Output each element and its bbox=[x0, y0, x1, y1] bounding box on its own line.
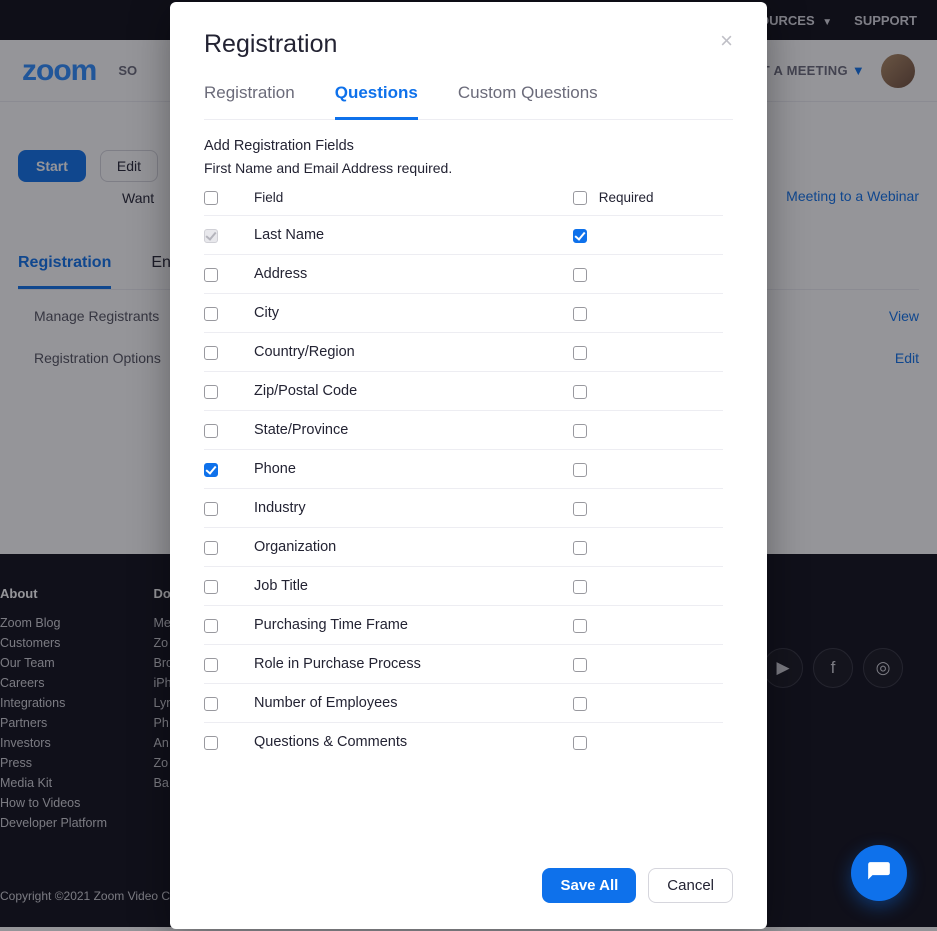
field-required-checkbox[interactable] bbox=[573, 424, 587, 438]
field-required-checkbox[interactable] bbox=[573, 658, 587, 672]
table-row: Zip/Postal Code bbox=[204, 372, 723, 411]
field-select-checkbox[interactable] bbox=[204, 307, 218, 321]
modal-tab-custom[interactable]: Custom Questions bbox=[458, 83, 598, 119]
field-select-checkbox[interactable] bbox=[204, 502, 218, 516]
table-row: City bbox=[204, 294, 723, 333]
column-required: Required bbox=[599, 190, 654, 205]
table-row: Role in Purchase Process bbox=[204, 645, 723, 684]
field-select-checkbox[interactable] bbox=[204, 580, 218, 594]
field-required-checkbox[interactable] bbox=[573, 619, 587, 633]
column-field: Field bbox=[254, 184, 573, 216]
field-name: State/Province bbox=[254, 411, 573, 450]
table-row: Organization bbox=[204, 528, 723, 567]
table-row: Last Name bbox=[204, 216, 723, 255]
field-name: Organization bbox=[254, 528, 573, 567]
field-select-checkbox[interactable] bbox=[204, 385, 218, 399]
field-name: Country/Region bbox=[254, 333, 573, 372]
field-name: Number of Employees bbox=[254, 684, 573, 723]
field-required-checkbox[interactable] bbox=[573, 580, 587, 594]
table-row: Industry bbox=[204, 489, 723, 528]
field-name: Last Name bbox=[254, 216, 573, 255]
field-select-checkbox[interactable] bbox=[204, 424, 218, 438]
chat-bubble-icon[interactable] bbox=[851, 845, 907, 901]
field-required-checkbox[interactable] bbox=[573, 736, 587, 750]
field-required-checkbox[interactable] bbox=[573, 541, 587, 555]
field-select-checkbox[interactable] bbox=[204, 697, 218, 711]
field-select-checkbox[interactable] bbox=[204, 268, 218, 282]
field-name: Address bbox=[254, 255, 573, 294]
required-note: First Name and Email Address required. bbox=[204, 160, 733, 176]
modal-tab-registration[interactable]: Registration bbox=[204, 83, 295, 119]
table-row: Job Title bbox=[204, 567, 723, 606]
field-required-checkbox[interactable] bbox=[573, 697, 587, 711]
field-select-checkbox[interactable] bbox=[204, 346, 218, 360]
cancel-button[interactable]: Cancel bbox=[648, 868, 733, 903]
require-all-checkbox[interactable] bbox=[573, 191, 587, 205]
modal-header: Registration × bbox=[170, 2, 767, 69]
close-icon[interactable]: × bbox=[720, 30, 733, 52]
field-name: Phone bbox=[254, 450, 573, 489]
field-name: Purchasing Time Frame bbox=[254, 606, 573, 645]
registration-modal: Registration × Registration Questions Cu… bbox=[170, 2, 767, 929]
table-row: Questions & Comments bbox=[204, 723, 723, 762]
field-name: Questions & Comments bbox=[254, 723, 573, 762]
modal-footer: Save All Cancel bbox=[170, 850, 767, 929]
field-required-checkbox[interactable] bbox=[573, 229, 587, 243]
table-row: Country/Region bbox=[204, 333, 723, 372]
field-required-checkbox[interactable] bbox=[573, 346, 587, 360]
modal-tabs: Registration Questions Custom Questions bbox=[204, 83, 733, 120]
add-fields-heading: Add Registration Fields bbox=[192, 138, 733, 154]
table-row: Address bbox=[204, 255, 723, 294]
field-select-checkbox[interactable] bbox=[204, 619, 218, 633]
field-select-checkbox[interactable] bbox=[204, 463, 218, 477]
field-select-checkbox[interactable] bbox=[204, 541, 218, 555]
field-name: Zip/Postal Code bbox=[254, 372, 573, 411]
table-row: Phone bbox=[204, 450, 723, 489]
field-name: Industry bbox=[254, 489, 573, 528]
field-select-checkbox[interactable] bbox=[204, 658, 218, 672]
field-select-checkbox bbox=[204, 229, 218, 243]
field-name: City bbox=[254, 294, 573, 333]
table-row: State/Province bbox=[204, 411, 723, 450]
modal-body: Add Registration Fields First Name and E… bbox=[170, 120, 767, 850]
save-all-button[interactable]: Save All bbox=[542, 868, 636, 903]
field-required-checkbox[interactable] bbox=[573, 502, 587, 516]
field-required-checkbox[interactable] bbox=[573, 268, 587, 282]
field-name: Job Title bbox=[254, 567, 573, 606]
select-all-checkbox[interactable] bbox=[204, 191, 218, 205]
fields-table: Field Required Last NameAddressCityCount… bbox=[204, 184, 723, 761]
modal-tab-questions[interactable]: Questions bbox=[335, 83, 418, 120]
field-required-checkbox[interactable] bbox=[573, 385, 587, 399]
field-name: Role in Purchase Process bbox=[254, 645, 573, 684]
table-row: Number of Employees bbox=[204, 684, 723, 723]
modal-title: Registration bbox=[204, 30, 337, 59]
field-required-checkbox[interactable] bbox=[573, 307, 587, 321]
field-select-checkbox[interactable] bbox=[204, 736, 218, 750]
field-required-checkbox[interactable] bbox=[573, 463, 587, 477]
table-row: Purchasing Time Frame bbox=[204, 606, 723, 645]
